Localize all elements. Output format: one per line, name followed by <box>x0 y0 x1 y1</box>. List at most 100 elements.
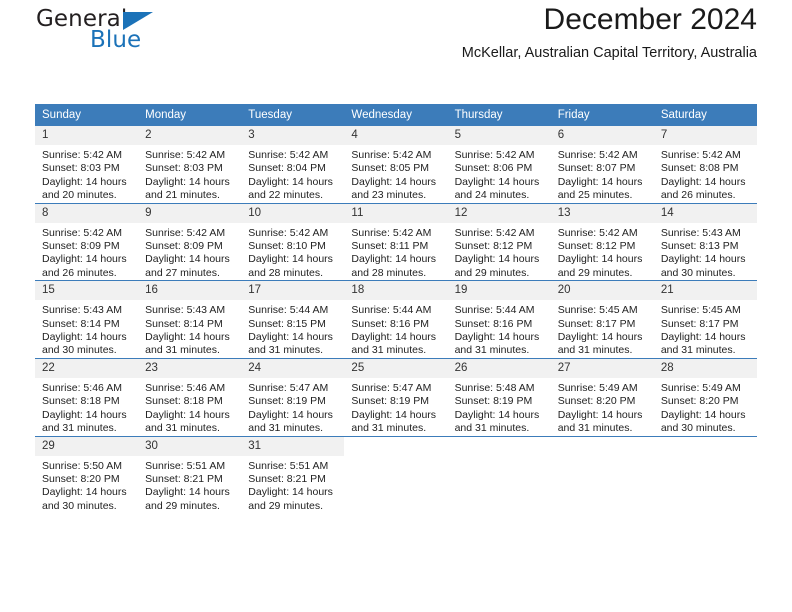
day-cell[interactable]: 21 Sunrise: 5:45 AM Sunset: 8:17 PM Dayl… <box>653 280 757 359</box>
sunset-text: Sunset: 8:09 PM <box>42 240 120 253</box>
sunset-text: Sunset: 8:06 PM <box>454 162 533 175</box>
day-cell[interactable]: 14 Sunrise: 5:43 AM Sunset: 8:13 PM Dayl… <box>653 202 757 281</box>
day-number: 1 <box>35 126 139 145</box>
day-cell[interactable]: 2 Sunrise: 5:42 AM Sunset: 8:03 PM Dayli… <box>138 126 242 204</box>
day-cell[interactable]: 5 Sunrise: 5:42 AM Sunset: 8:06 PM Dayli… <box>447 126 551 204</box>
daylight-text-line2: and 30 minutes. <box>660 422 736 435</box>
day-cell-empty <box>653 435 757 514</box>
day-cell[interactable]: 1 Sunrise: 5:42 AM Sunset: 8:03 PM Dayli… <box>35 126 139 204</box>
day-cell[interactable]: 28 Sunrise: 5:49 AM Sunset: 8:20 PM Dayl… <box>653 357 757 436</box>
day-number: 30 <box>138 436 242 456</box>
sunrise-text: Sunrise: 5:51 AM <box>145 459 226 472</box>
day-cell[interactable]: 13 Sunrise: 5:42 AM Sunset: 8:12 PM Dayl… <box>550 202 654 281</box>
day-cell[interactable]: 12 Sunrise: 5:42 AM Sunset: 8:12 PM Dayl… <box>447 202 551 281</box>
sunrise-text: Sunrise: 5:43 AM <box>660 226 741 239</box>
day-details: Sunrise: 5:42 AM Sunset: 8:12 PM Dayligh… <box>448 223 551 281</box>
week-row: 8 Sunrise: 5:42 AM Sunset: 8:09 PM Dayli… <box>35 202 757 281</box>
sunset-text: Sunset: 8:20 PM <box>557 395 636 408</box>
day-cell[interactable]: 17 Sunrise: 5:44 AM Sunset: 8:15 PM Dayl… <box>241 280 345 359</box>
daylight-text-line1: Daylight: 14 hours <box>557 175 643 188</box>
weekday-header-sunday: Sunday <box>35 104 139 126</box>
day-number <box>344 436 448 443</box>
daylight-text-line1: Daylight: 14 hours <box>660 408 746 421</box>
sunset-text: Sunset: 8:04 PM <box>248 162 326 175</box>
daylight-text-line1: Daylight: 14 hours <box>145 175 230 188</box>
page-header: General Blue December 2024 McKellar, Aus… <box>35 0 757 72</box>
weekday-header-tuesday: Tuesday <box>241 104 345 126</box>
day-cell[interactable]: 27 Sunrise: 5:49 AM Sunset: 8:20 PM Dayl… <box>550 357 654 436</box>
day-cell[interactable]: 11 Sunrise: 5:42 AM Sunset: 8:11 PM Dayl… <box>344 202 448 281</box>
daylight-text-line1: Daylight: 14 hours <box>351 331 437 344</box>
day-cell[interactable]: 29 Sunrise: 5:50 AM Sunset: 8:20 PM Dayl… <box>35 435 139 514</box>
daylight-text-line1: Daylight: 14 hours <box>248 253 333 266</box>
day-cell[interactable]: 6 Sunrise: 5:42 AM Sunset: 8:07 PM Dayli… <box>550 126 654 204</box>
day-cell[interactable]: 24 Sunrise: 5:47 AM Sunset: 8:19 PM Dayl… <box>241 357 345 436</box>
day-number: 6 <box>550 126 654 145</box>
daylight-text-line2: and 25 minutes. <box>557 189 633 202</box>
calendar-header-row: Sunday Monday Tuesday Wednesday Thursday… <box>35 104 757 126</box>
daylight-text-line1: Daylight: 14 hours <box>145 331 230 344</box>
general-blue-logo[interactable]: General Blue <box>35 6 205 62</box>
day-number: 23 <box>138 358 242 378</box>
day-number: 12 <box>447 203 551 223</box>
daylight-text-line1: Daylight: 14 hours <box>145 253 230 266</box>
sunrise-text: Sunrise: 5:42 AM <box>145 149 226 161</box>
day-cell[interactable]: 18 Sunrise: 5:44 AM Sunset: 8:16 PM Dayl… <box>344 280 448 359</box>
day-details: Sunrise: 5:42 AM Sunset: 8:09 PM Dayligh… <box>138 223 241 281</box>
day-cell[interactable]: 8 Sunrise: 5:42 AM Sunset: 8:09 PM Dayli… <box>35 202 139 281</box>
daylight-text-line2: and 31 minutes. <box>557 344 633 357</box>
sunrise-text: Sunrise: 5:45 AM <box>557 304 638 317</box>
day-number: 25 <box>344 358 448 378</box>
day-details: Sunrise: 5:42 AM Sunset: 8:05 PM Dayligh… <box>344 145 447 203</box>
day-cell-empty <box>344 435 448 514</box>
day-details: Sunrise: 5:51 AM Sunset: 8:21 PM Dayligh… <box>138 456 241 514</box>
day-details: Sunrise: 5:47 AM Sunset: 8:19 PM Dayligh… <box>241 378 344 436</box>
day-number: 22 <box>35 358 139 378</box>
daylight-text-line2: and 31 minutes. <box>42 422 117 435</box>
daylight-text-line2: and 30 minutes. <box>660 266 736 279</box>
day-cell[interactable]: 16 Sunrise: 5:43 AM Sunset: 8:14 PM Dayl… <box>138 280 242 359</box>
day-cell[interactable]: 25 Sunrise: 5:47 AM Sunset: 8:19 PM Dayl… <box>344 357 448 436</box>
weekday-header-saturday: Saturday <box>653 104 757 126</box>
day-cell[interactable]: 20 Sunrise: 5:45 AM Sunset: 8:17 PM Dayl… <box>550 280 654 359</box>
daylight-text-line2: and 21 minutes. <box>145 189 220 202</box>
sunrise-text: Sunrise: 5:43 AM <box>42 304 122 317</box>
day-details: Sunrise: 5:46 AM Sunset: 8:18 PM Dayligh… <box>35 378 138 436</box>
day-details: Sunrise: 5:42 AM Sunset: 8:08 PM Dayligh… <box>654 145 757 203</box>
sunrise-text: Sunrise: 5:47 AM <box>351 381 432 394</box>
day-number: 11 <box>344 203 448 223</box>
sunrise-text: Sunrise: 5:42 AM <box>454 226 535 239</box>
sunset-text: Sunset: 8:16 PM <box>454 317 533 330</box>
weekday-header-thursday: Thursday <box>447 104 551 126</box>
day-cell[interactable]: 26 Sunrise: 5:48 AM Sunset: 8:19 PM Dayl… <box>447 357 551 436</box>
daylight-text-line1: Daylight: 14 hours <box>145 486 230 499</box>
sunset-text: Sunset: 8:10 PM <box>248 240 326 253</box>
weekday-header-friday: Friday <box>550 104 654 126</box>
daylight-text-line1: Daylight: 14 hours <box>660 175 746 188</box>
sunset-text: Sunset: 8:19 PM <box>351 395 430 408</box>
daylight-text-line2: and 31 minutes. <box>145 344 220 357</box>
day-cell[interactable]: 3 Sunrise: 5:42 AM Sunset: 8:04 PM Dayli… <box>241 126 345 204</box>
day-number: 20 <box>550 281 654 301</box>
daylight-text-line1: Daylight: 14 hours <box>454 253 540 266</box>
day-details: Sunrise: 5:45 AM Sunset: 8:17 PM Dayligh… <box>654 300 757 358</box>
day-cell[interactable]: 22 Sunrise: 5:46 AM Sunset: 8:18 PM Dayl… <box>35 357 139 436</box>
day-cell[interactable]: 30 Sunrise: 5:51 AM Sunset: 8:21 PM Dayl… <box>138 435 242 514</box>
day-cell[interactable]: 19 Sunrise: 5:44 AM Sunset: 8:16 PM Dayl… <box>447 280 551 359</box>
day-number: 8 <box>35 203 139 223</box>
sunrise-text: Sunrise: 5:42 AM <box>557 149 638 161</box>
day-cell[interactable]: 31 Sunrise: 5:51 AM Sunset: 8:21 PM Dayl… <box>241 435 345 514</box>
day-details: Sunrise: 5:44 AM Sunset: 8:16 PM Dayligh… <box>344 300 447 358</box>
daylight-text-line1: Daylight: 14 hours <box>454 408 540 421</box>
day-cell[interactable]: 23 Sunrise: 5:46 AM Sunset: 8:18 PM Dayl… <box>138 357 242 436</box>
sunset-text: Sunset: 8:13 PM <box>660 240 739 253</box>
week-row: 29 Sunrise: 5:50 AM Sunset: 8:20 PM Dayl… <box>35 435 757 514</box>
day-details: Sunrise: 5:43 AM Sunset: 8:14 PM Dayligh… <box>138 300 241 358</box>
day-cell[interactable]: 15 Sunrise: 5:43 AM Sunset: 8:14 PM Dayl… <box>35 280 139 359</box>
day-cell[interactable]: 10 Sunrise: 5:42 AM Sunset: 8:10 PM Dayl… <box>241 202 345 281</box>
day-cell[interactable]: 7 Sunrise: 5:42 AM Sunset: 8:08 PM Dayli… <box>653 126 757 204</box>
day-details: Sunrise: 5:42 AM Sunset: 8:10 PM Dayligh… <box>241 223 344 281</box>
day-cell[interactable]: 4 Sunrise: 5:42 AM Sunset: 8:05 PM Dayli… <box>344 126 448 204</box>
day-details: Sunrise: 5:42 AM Sunset: 8:07 PM Dayligh… <box>551 145 654 203</box>
day-cell[interactable]: 9 Sunrise: 5:42 AM Sunset: 8:09 PM Dayli… <box>138 202 242 281</box>
